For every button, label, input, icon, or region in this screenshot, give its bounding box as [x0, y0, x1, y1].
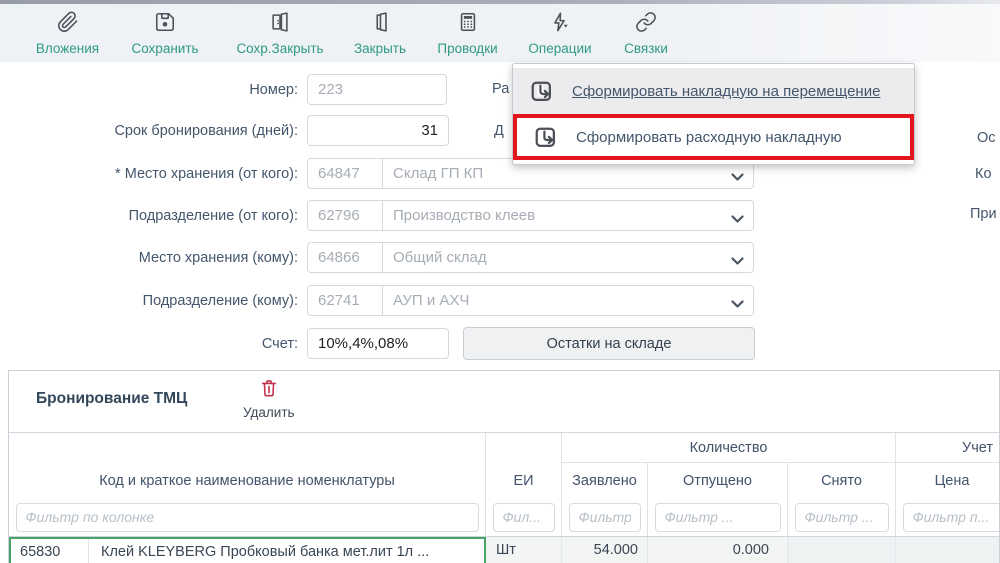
storage-from-label: * Место хранения (от кого): [115, 165, 298, 182]
toolbar-item-label: Закрыть [354, 40, 406, 56]
storage-to-name-input[interactable] [382, 242, 754, 273]
number-input[interactable] [307, 74, 447, 105]
division-to-label: Подразделение (кому): [142, 292, 298, 309]
links-button[interactable]: Связки [605, 6, 687, 60]
close-button[interactable]: Закрыть [340, 6, 420, 60]
chevron-down-icon[interactable] [731, 253, 744, 265]
chevron-down-icon[interactable] [731, 169, 744, 181]
booking-items-panel: Бронирование ТМЦ Удалить Код и краткое н… [8, 370, 1000, 563]
row-unit-cell[interactable]: Шт [486, 537, 562, 563]
filter-cell [9, 498, 486, 536]
filter-cell [788, 498, 896, 536]
delete-button-label: Удалить [243, 405, 295, 420]
menu-item-label: Сформировать накладную на перемещение [572, 82, 881, 100]
lightning-caret-icon [549, 11, 571, 38]
clipped-label-col3-row1: Ос [977, 130, 996, 146]
column-header-released[interactable]: Отпущено [648, 463, 788, 498]
selected-row-highlight: 65830 Клей KLEYBERG Пробковый банка мет.… [9, 537, 486, 563]
column-header-removed[interactable]: Снято [788, 463, 896, 498]
filter-nomenclature-input[interactable] [15, 502, 479, 532]
column-header-unit[interactable]: ЕИ [486, 433, 562, 498]
filter-cell [562, 498, 648, 536]
row-name-cell[interactable]: Клей KLEYBERG Пробковый банка мет.лит 1л… [89, 539, 484, 563]
storage-to-label: Место хранения (кому): [138, 249, 298, 266]
paperclip-icon [57, 11, 79, 38]
delete-row-button[interactable]: Удалить [243, 378, 295, 420]
form-row-account: Счет: Остатки на складе [0, 327, 755, 360]
table-row[interactable]: 65830 Клей KLEYBERG Пробковый банка мет.… [9, 536, 999, 563]
division-from-label: Подразделение (от кого): [128, 207, 298, 224]
menu-item-expense-invoice[interactable]: Сформировать расходную накладную [517, 118, 910, 156]
clipped-label-col3-row3: При [970, 206, 997, 222]
toolbar: Вложения Сохранить Сохр.Закрыть Закрыть … [0, 4, 1000, 62]
storage-to-code-input[interactable] [307, 242, 382, 273]
save-button[interactable]: Сохранить [110, 6, 220, 60]
column-header-price[interactable]: Цена [896, 463, 999, 498]
booking-table-header: Код и краткое наименование номенклатуры … [9, 432, 999, 536]
filter-cell [486, 498, 562, 536]
form-row-division-to: Подразделение (кому): [0, 285, 754, 316]
row-code-cell[interactable]: 65830 [11, 539, 89, 563]
filter-cell [896, 498, 999, 536]
booking-days-label: Срок бронирования (дней): [114, 122, 298, 139]
menu-item-transfer-invoice[interactable]: Сформировать накладную на перемещение [513, 68, 914, 114]
column-header-requested[interactable]: Заявлено [562, 463, 648, 498]
save-close-button[interactable]: Сохр.Закрыть [220, 6, 340, 60]
form-row-number: Номер: [0, 74, 447, 105]
storage-from-code-input[interactable] [307, 158, 382, 189]
clipped-label-col2-row2: Д [494, 123, 504, 139]
row-requested-cell[interactable]: 54.000 [562, 537, 648, 563]
toolbar-item-label: Сохр.Закрыть [236, 40, 324, 56]
generate-document-icon [528, 78, 554, 104]
toolbar-item-label: Вложения [35, 40, 100, 56]
toolbar-item-label: Связки [624, 40, 668, 56]
filter-removed-input[interactable] [794, 502, 889, 532]
filter-price-input[interactable] [902, 502, 999, 532]
trash-icon [259, 378, 279, 403]
account-input[interactable] [307, 328, 449, 359]
toolbar-item-label: Сохранить [131, 40, 199, 56]
chevron-down-icon[interactable] [731, 296, 744, 308]
form-row-storage-to: Место хранения (кому): [0, 242, 754, 273]
attachments-button[interactable]: Вложения [25, 6, 110, 60]
toolbar-item-label: Операции [528, 40, 592, 56]
row-price-cell[interactable] [896, 537, 999, 563]
app-window: Вложения Сохранить Сохр.Закрыть Закрыть … [0, 0, 1000, 563]
chain-link-icon [635, 11, 657, 38]
filter-released-input[interactable] [654, 502, 781, 532]
menu-item-label: Сформировать расходную накладную [576, 128, 842, 146]
operations-menu-button[interactable]: Операции [515, 6, 605, 60]
column-group-accounting: Учет [896, 433, 999, 463]
postings-button[interactable]: Проводки [420, 6, 515, 60]
booking-days-input[interactable] [307, 115, 449, 146]
chevron-down-icon[interactable] [731, 211, 744, 223]
division-to-code-input[interactable] [307, 285, 382, 316]
operations-dropdown-menu: Сформировать накладную на перемещение Сф… [512, 63, 915, 165]
clipped-label-col2-row1: Ра [492, 81, 510, 97]
column-group-quantity: Количество [562, 433, 896, 463]
form-row-division-from: Подразделение (от кого): [0, 200, 754, 231]
panel-title: Бронирование ТМЦ [36, 390, 188, 407]
account-label: Счет: [261, 335, 298, 352]
form-row-booking-days: Срок бронирования (дней): [0, 115, 449, 146]
generate-document-icon [532, 124, 558, 150]
filter-requested-input[interactable] [568, 502, 641, 532]
clipped-label-col3-row2: Ко [975, 166, 992, 182]
division-from-name-input[interactable] [382, 200, 754, 231]
row-removed-cell[interactable] [788, 537, 896, 563]
row-released-cell[interactable]: 0.000 [648, 537, 788, 563]
stock-remainder-button[interactable]: Остатки на складе [463, 327, 755, 360]
column-header-nomenclature[interactable]: Код и краткое наименование номенклатуры [9, 433, 486, 498]
floppy-disk-icon [154, 11, 176, 38]
number-label: Номер: [249, 81, 298, 98]
division-to-name-input[interactable] [382, 285, 754, 316]
door-exit-icon [269, 11, 291, 38]
calculator-icon [457, 11, 479, 38]
filter-cell [648, 498, 788, 536]
division-from-code-input[interactable] [307, 200, 382, 231]
door-icon [369, 11, 391, 38]
filter-unit-input[interactable] [492, 502, 555, 532]
toolbar-item-label: Проводки [437, 40, 498, 56]
annotation-highlight-box: Сформировать расходную накладную [513, 114, 914, 160]
